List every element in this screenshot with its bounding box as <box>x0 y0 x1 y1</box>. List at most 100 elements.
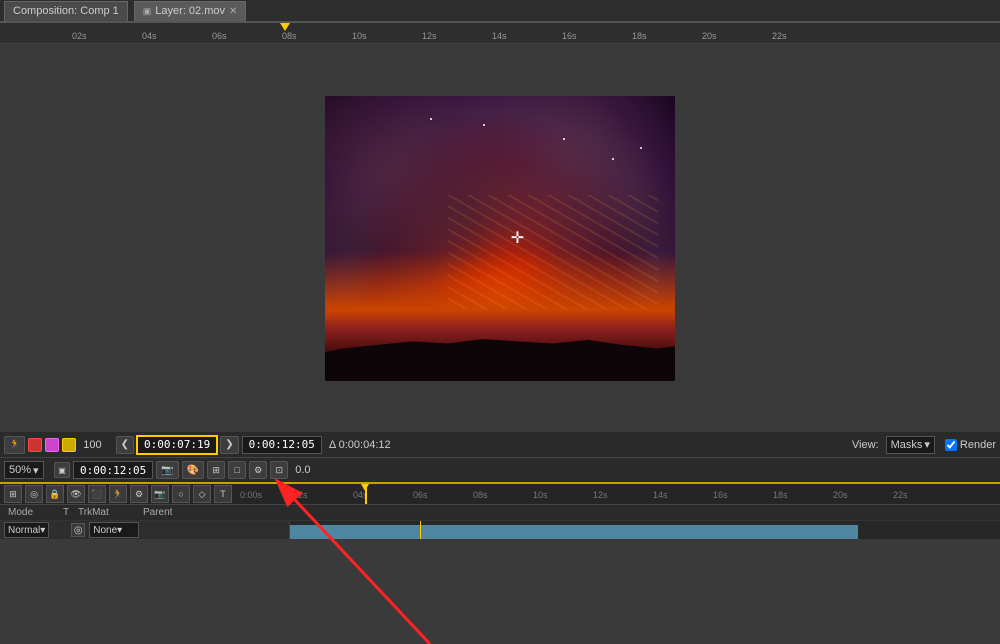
layer-header-row: Mode T TrkMat Parent <box>0 505 1000 521</box>
color-btn1[interactable] <box>28 438 42 452</box>
sky-background: ✛ <box>325 96 675 381</box>
track-mark-16: 16s <box>713 490 728 500</box>
mode-value: Normal <box>8 525 40 536</box>
time-display-end[interactable]: 0:00:12:05 <box>242 436 322 454</box>
tab-bar: Composition: Comp 1 ▣ Layer: 02.mov ✕ <box>0 0 1000 22</box>
ruler-mark-22s: 22s <box>772 31 787 41</box>
tab-layer[interactable]: ▣ Layer: 02.mov ✕ <box>134 1 247 21</box>
col-t-header: T <box>59 507 74 518</box>
time-bracket-end-icon[interactable]: ❯ <box>220 436 238 454</box>
aspect-ratio-icon[interactable]: ▣ <box>54 462 70 478</box>
parent-arrow: ▾ <box>117 525 122 536</box>
layer-bar <box>290 525 858 539</box>
tl-split-icon[interactable]: ⊞ <box>4 485 22 503</box>
tl-null-icon[interactable]: ○ <box>172 485 190 503</box>
crosshair-icon: ✛ <box>511 228 524 248</box>
layer-left-controls: Normal ▾ ◎ None ▾ <box>0 521 290 539</box>
col-parent-header: Parent <box>139 507 229 518</box>
view-dropdown-arrow: ▾ <box>924 438 930 451</box>
video-canvas: ✛ <box>325 96 675 381</box>
color-btn2[interactable] <box>45 438 59 452</box>
track-mark-10: 10s <box>533 490 548 500</box>
ruler-mark-20s: 20s <box>702 31 717 41</box>
current-time-value: 0:00:12:05 <box>80 464 146 477</box>
camera-icon-btn[interactable]: 📷 <box>156 461 178 479</box>
view-dropdown[interactable]: Masks ▾ <box>886 436 935 454</box>
ruler-mark-16s: 16s <box>562 31 577 41</box>
time-start-value: 0:00:07:19 <box>144 438 210 451</box>
current-time-line <box>420 521 421 539</box>
t-checkbox[interactable] <box>53 523 67 537</box>
color-wheel-btn[interactable]: 🎨 <box>182 461 204 479</box>
timeline-panel: ⊞ ◎ 🔒 👁 ⬛ 🏃 ⚙ 📷 ○ ◇ T 0:00s 02s 04s 06s … <box>0 484 1000 539</box>
ruler-mark-12s: 12s <box>422 31 437 41</box>
track-mark-22: 22s <box>893 490 908 500</box>
track-mark-14: 14s <box>653 490 668 500</box>
ruler-mark-08s: 08s <box>282 31 297 41</box>
top-timeline-ruler: 02s 04s 06s 08s 10s 12s 14s 16s 18s 20s … <box>0 22 1000 44</box>
tl-text-icon[interactable]: T <box>214 485 232 503</box>
ruler-mark-06s: 06s <box>212 31 227 41</box>
track-playhead <box>365 484 367 504</box>
ruler-mark-18s: 18s <box>632 31 647 41</box>
tab-comp1[interactable]: Composition: Comp 1 <box>4 1 128 21</box>
layer-row: Normal ▾ ◎ None ▾ <box>0 521 1000 539</box>
controls-bar-2: 50% ▾ ▣ 0:00:12:05 📷 🎨 ⊞ □ ⚙ ⊡ 0.0 <box>0 458 1000 484</box>
magnify-btn[interactable]: □ <box>228 461 246 479</box>
track-mark-0: 0:00s <box>240 490 262 500</box>
track-mark-08: 08s <box>473 490 488 500</box>
percent-label: 100 <box>79 439 105 451</box>
zero-label: 0.0 <box>291 464 314 476</box>
grid-btn[interactable]: ⊞ <box>207 461 225 479</box>
tl-motion-icon[interactable]: 🏃 <box>109 485 127 503</box>
motion-icon-btn[interactable]: 🏃 <box>4 436 25 454</box>
tl-solo-icon[interactable]: ◎ <box>25 485 43 503</box>
controls-bar-1: 🏃 100 ❮ 0:00:07:19 ❯ 0:00:12:05 Δ 0:00:0… <box>0 432 1000 458</box>
tl-adjust-icon[interactable]: ⚙ <box>130 485 148 503</box>
mode-arrow: ▾ <box>40 525 45 536</box>
playhead-marker[interactable] <box>280 23 290 31</box>
render-checkbox[interactable] <box>945 439 957 451</box>
track-mark-20: 20s <box>833 490 848 500</box>
mask-btn[interactable]: ⊡ <box>270 461 288 479</box>
time-display-start[interactable]: 0:00:07:19 <box>137 436 217 454</box>
parent-dropdown[interactable]: None ▾ <box>89 522 139 538</box>
color-btn3[interactable] <box>62 438 76 452</box>
tl-camera-icon[interactable]: 📷 <box>151 485 169 503</box>
settings-btn[interactable]: ⚙ <box>249 461 267 479</box>
tl-frame-icon[interactable]: ⬛ <box>88 485 106 503</box>
time-bracket-start-icon[interactable]: ❮ <box>116 436 134 454</box>
trkmat-eye-icon[interactable]: ◎ <box>71 523 85 537</box>
motion-icon: 🏃 <box>9 439 20 450</box>
ruler-mark-14s: 14s <box>492 31 507 41</box>
col-trkmat-header: TrkMat <box>74 507 139 518</box>
render-label: Render <box>960 439 996 451</box>
track-mark-12: 12s <box>593 490 608 500</box>
tl-hide-icon[interactable]: 👁 <box>67 485 85 503</box>
col-mode-header: Mode <box>4 507 59 518</box>
mode-dropdown[interactable]: Normal ▾ <box>4 522 49 538</box>
star4 <box>640 147 642 149</box>
zoom-value: 50% <box>9 464 31 476</box>
track-mark-06: 06s <box>413 490 428 500</box>
zoom-arrow: ▾ <box>33 464 39 477</box>
tab-close-icon[interactable]: ✕ <box>229 6 237 17</box>
view-dropdown-value: Masks <box>891 439 923 451</box>
layer-icon: ▣ <box>143 6 152 17</box>
ruler-mark-04s: 04s <box>142 31 157 41</box>
timeline-toolbar: ⊞ ◎ 🔒 👁 ⬛ 🏃 ⚙ 📷 ○ ◇ T 0:00s 02s 04s 06s … <box>0 484 1000 505</box>
light-rays <box>448 195 658 309</box>
time-end-value: 0:00:12:05 <box>249 438 315 451</box>
video-preview: ✛ <box>325 96 675 381</box>
layer-timeline-area <box>290 521 1000 539</box>
zoom-dropdown[interactable]: 50% ▾ <box>4 461 44 479</box>
render-checkbox-container: Render <box>945 439 996 451</box>
parent-value: None <box>93 525 117 536</box>
star3 <box>483 124 485 126</box>
tl-lock-icon[interactable]: 🔒 <box>46 485 64 503</box>
track-mark-02: 02s <box>293 490 308 500</box>
tl-shape-icon[interactable]: ◇ <box>193 485 211 503</box>
ruler-mark-10s: 10s <box>352 31 367 41</box>
current-time-display[interactable]: 0:00:12:05 <box>73 461 153 479</box>
layer-tab-label: Layer: 02.mov <box>155 5 225 17</box>
